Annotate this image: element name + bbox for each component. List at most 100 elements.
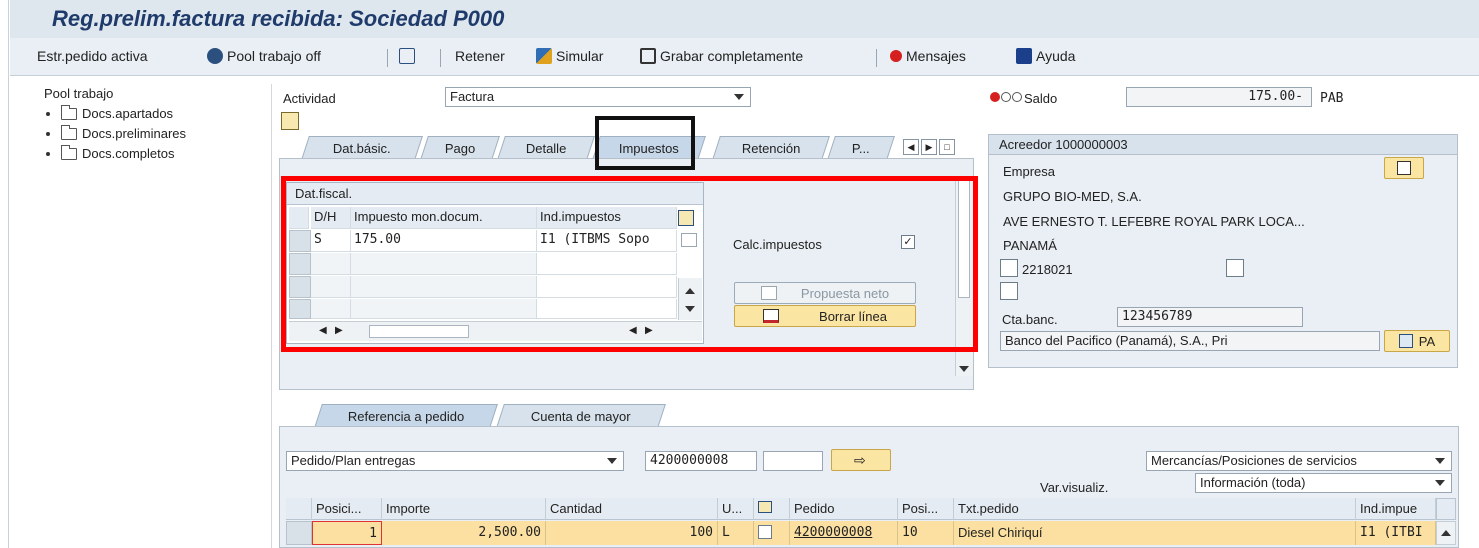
column-header-posi[interactable]: Posi... bbox=[898, 498, 954, 520]
pool-item-apartados[interactable]: Docs.apartados bbox=[46, 104, 174, 121]
tab-detalle[interactable]: Detalle bbox=[497, 136, 595, 160]
fax-icon[interactable] bbox=[1000, 282, 1018, 300]
status-lights-icon bbox=[990, 92, 1022, 102]
tab-referencia-pedido[interactable]: Referencia a pedido bbox=[314, 404, 498, 428]
pool-item-label: Docs.apartados bbox=[82, 106, 174, 121]
application-toolbar: Estr.pedido activa Pool trabajo off Rete… bbox=[10, 38, 1479, 76]
cell-unidad[interactable]: L bbox=[718, 521, 754, 545]
actividad-dropdown[interactable]: Factura bbox=[445, 87, 751, 107]
simular-button[interactable]: Simular bbox=[536, 48, 603, 64]
save-icon bbox=[640, 48, 656, 64]
bank-country-button[interactable]: PA bbox=[1384, 330, 1450, 352]
tab-list-icon[interactable]: □ bbox=[939, 139, 955, 155]
arrow-right-icon: ⇨ bbox=[854, 452, 866, 468]
address-icon bbox=[1397, 161, 1411, 175]
column-header-ind-impuestos[interactable]: Ind.impue bbox=[1356, 498, 1436, 520]
vendor-name: GRUPO BIO-MED, S.A. bbox=[1003, 189, 1142, 204]
screen-variant-icon[interactable] bbox=[281, 112, 299, 130]
folder-icon bbox=[61, 144, 77, 160]
vendor-phone: 2218021 bbox=[1022, 262, 1073, 277]
mensajes-button[interactable]: Mensajes bbox=[890, 48, 966, 64]
cell-ind-impuestos[interactable]: I1 (ITBI bbox=[1356, 521, 1436, 545]
pool-trabajo-panel: Pool trabajo Docs.apartados Docs.prelimi… bbox=[38, 84, 272, 548]
row-checkbox[interactable] bbox=[758, 525, 772, 539]
layout-icon bbox=[399, 48, 415, 64]
simulate-icon bbox=[536, 48, 552, 64]
grabar-button[interactable]: Grabar completamente bbox=[640, 48, 803, 64]
pedido-extra-field[interactable] bbox=[763, 451, 823, 471]
retener-button[interactable]: Retener bbox=[455, 48, 505, 64]
phone-icon[interactable] bbox=[1000, 259, 1018, 277]
vendor-address: AVE ERNESTO T. LEFEBRE ROYAL PARK LOCA..… bbox=[1003, 214, 1305, 229]
messages-icon bbox=[890, 50, 902, 62]
empresa-label: Empresa bbox=[1003, 164, 1056, 179]
tab-right-icon[interactable]: ▶ bbox=[921, 139, 937, 155]
pool-item-label: Docs.preliminares bbox=[82, 126, 187, 141]
chevron-down-icon bbox=[607, 458, 617, 464]
ref-type-dropdown[interactable]: Pedido/Plan entregas bbox=[286, 451, 624, 471]
vendor-detail-button[interactable] bbox=[1384, 157, 1424, 179]
highlight-black-box bbox=[595, 116, 695, 170]
column-header-posicion[interactable]: Posici... bbox=[312, 498, 382, 520]
pool-trabajo-label: Pool trabajo off bbox=[227, 48, 321, 64]
tab-label: Retención bbox=[741, 141, 801, 156]
chevron-down-icon bbox=[734, 94, 744, 100]
grid-settings-icon[interactable] bbox=[1436, 498, 1456, 520]
cell-txt-pedido[interactable]: Diesel Chiriquí bbox=[954, 521, 1356, 545]
pool-item-preliminares[interactable]: Docs.preliminares bbox=[46, 124, 187, 141]
ayuda-label: Ayuda bbox=[1036, 48, 1076, 64]
layout-button[interactable] bbox=[399, 48, 415, 64]
mercancias-dropdown[interactable]: Mercancías/Posiciones de servicios bbox=[1146, 451, 1452, 471]
bank-country-label: PA bbox=[1418, 333, 1436, 349]
tab-retencion[interactable]: Retención bbox=[712, 136, 830, 160]
print-icon[interactable] bbox=[1226, 259, 1244, 277]
ayuda-button[interactable]: Ayuda bbox=[1016, 48, 1075, 64]
help-icon bbox=[1016, 48, 1032, 64]
cell-posi[interactable]: 10 bbox=[898, 521, 954, 545]
cell-cantidad[interactable]: 100 bbox=[546, 521, 718, 545]
folder-icon bbox=[61, 104, 77, 120]
grid-vscroll[interactable] bbox=[1436, 521, 1456, 545]
pedido-number-field[interactable]: 4200000008 bbox=[645, 451, 757, 471]
scroll-down-icon[interactable] bbox=[959, 366, 969, 372]
saldo-label: Saldo bbox=[1024, 91, 1058, 106]
cell-importe[interactable]: 2,500.00 bbox=[382, 521, 546, 545]
tab-dat-basic[interactable]: Dat.básic. bbox=[301, 136, 423, 160]
bullet-icon bbox=[46, 151, 50, 156]
saldo-field: 175.00- bbox=[1126, 87, 1312, 107]
saldo-currency: PAB bbox=[1320, 91, 1344, 106]
pool-item-label: Docs.completos bbox=[82, 146, 175, 161]
actividad-value: Factura bbox=[450, 89, 495, 104]
pool-title: Pool trabajo bbox=[44, 86, 114, 101]
window-title: Reg.prelim.factura recibida: Sociedad P0… bbox=[52, 6, 505, 31]
adopt-button[interactable]: ⇨ bbox=[831, 449, 891, 471]
vendor-title: Acreedor 1000000003 bbox=[989, 135, 1457, 155]
column-header-txt-pedido[interactable]: Txt.pedido bbox=[954, 498, 1356, 520]
column-header-check[interactable] bbox=[754, 498, 790, 520]
var-visualiz-label: Var.visualiz. bbox=[1040, 480, 1109, 495]
cell-pedido-link[interactable]: 4200000008 bbox=[790, 521, 898, 545]
cell-check[interactable] bbox=[754, 521, 790, 545]
scroll-up-icon[interactable] bbox=[1441, 530, 1451, 536]
cell-posicion[interactable]: 1 bbox=[312, 521, 382, 545]
tab-label: Pago bbox=[444, 141, 476, 156]
cta-banc-field[interactable]: 123456789 bbox=[1117, 307, 1303, 327]
tab-left-icon[interactable]: ◀ bbox=[903, 139, 919, 155]
column-header-cantidad[interactable]: Cantidad bbox=[546, 498, 718, 520]
bank-name-field[interactable]: Banco del Pacifico (Panamá), S.A., Pri bbox=[1000, 331, 1380, 351]
tab-pago[interactable]: Pago bbox=[420, 136, 500, 160]
column-header-pedido[interactable]: Pedido bbox=[790, 498, 898, 520]
chevron-down-icon bbox=[1435, 480, 1445, 486]
row-selector[interactable] bbox=[286, 521, 312, 545]
pool-trabajo-button[interactable]: Pool trabajo off bbox=[207, 48, 321, 64]
tab-cuenta-mayor[interactable]: Cuenta de mayor bbox=[496, 404, 666, 428]
var-visualiz-dropdown[interactable]: Información (toda) bbox=[1195, 473, 1452, 493]
column-header-importe[interactable]: Importe bbox=[382, 498, 546, 520]
column-header-unidad[interactable]: U... bbox=[718, 498, 754, 520]
bullet-icon bbox=[46, 111, 50, 116]
bullet-icon bbox=[46, 131, 50, 136]
tab-more[interactable]: P... bbox=[827, 136, 895, 160]
pool-item-completos[interactable]: Docs.completos bbox=[46, 144, 175, 161]
estr-pedido-button[interactable]: Estr.pedido activa bbox=[37, 48, 148, 64]
toolbar-separator bbox=[440, 49, 441, 67]
